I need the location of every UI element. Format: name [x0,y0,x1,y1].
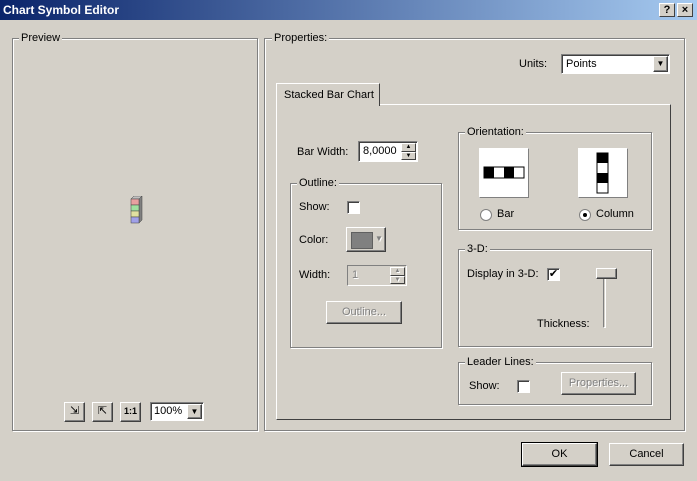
title-bar: Chart Symbol Editor ? × [0,0,697,20]
check-icon: ✔ [548,268,559,280]
thickness-slider-thumb[interactable] [596,268,617,279]
units-label: Units: [519,58,548,70]
spin-up-icon[interactable]: ▲ [390,267,405,276]
column-orientation-image[interactable] [578,148,628,198]
chevron-down-icon: ▼ [375,234,383,243]
actual-size-button[interactable]: 1:1 [120,402,141,422]
actual-size-icon: 1:1 [123,406,137,416]
zoom-out-icon: ⇱ [97,405,108,417]
zoom-in-button[interactable]: ⇲ [64,402,85,422]
orientation-label: Orientation: [465,126,526,138]
zoom-out-button[interactable]: ⇱ [92,402,113,422]
window-title: Chart Symbol Editor [3,3,120,17]
ok-label: OK [551,448,568,460]
leader-show-label: Show: [469,380,500,392]
spin-up-icon[interactable]: ▲ [401,143,416,152]
units-value: Points [566,58,597,70]
thickness-label: Thickness: [537,318,590,330]
bar-radio[interactable] [480,209,492,221]
three-d-group [458,249,652,347]
properties-label: Properties: [272,32,330,44]
spin-down-icon[interactable]: ▼ [401,151,416,160]
zoom-value: 100% [154,405,183,417]
outline-show-checkbox[interactable] [347,201,360,214]
leader-show-checkbox[interactable] [517,380,530,393]
bar-width-label: Bar Width: [297,146,349,158]
chevron-down-icon[interactable]: ▼ [653,56,668,72]
leader-lines-label: Leader Lines: [465,356,536,368]
outline-width-input[interactable]: 1 ▲ ▼ [347,265,407,286]
units-select[interactable]: Points ▼ [561,54,670,74]
preview-group [12,38,258,431]
outline-button-label: Outline... [341,306,387,318]
bar-width-value: 8,0000 [363,145,397,157]
chart-symbol-preview [129,195,143,224]
column-radio[interactable] [579,209,591,221]
chevron-down-icon[interactable]: ▼ [187,404,202,419]
bar-width-spinner[interactable]: ▲ ▼ [401,143,416,160]
bar-width-input[interactable]: 8,0000 ▲ ▼ [358,141,418,162]
outline-width-spinner[interactable]: ▲ ▼ [390,267,405,284]
column-radio-label: Column [596,208,634,220]
tab-stacked-bar-chart[interactable]: Stacked Bar Chart [276,83,380,106]
bar-radio-label: Bar [497,208,515,220]
display-3d-label: Display in 3-D: [467,268,539,280]
leader-properties-label: Properties... [568,377,629,389]
cancel-button[interactable]: Cancel [609,443,684,466]
outline-button[interactable]: Outline... [326,301,402,324]
bar-orientation-image[interactable] [479,148,529,198]
tab-label: Stacked Bar Chart [284,89,374,101]
display-3d-checkbox[interactable]: ✔ [547,268,560,281]
three-d-label: 3-D: [465,243,490,255]
zoom-in-icon: ⇲ [69,405,80,417]
outline-color-label: Color: [299,234,329,246]
outline-width-label: Width: [299,269,331,281]
outline-width-value: 1 [352,269,359,281]
leader-properties-button[interactable]: Properties... [561,372,636,395]
outline-color-button[interactable]: ▼ [346,227,386,252]
close-button[interactable]: × [677,3,693,17]
spin-down-icon[interactable]: ▼ [390,275,405,284]
cancel-label: Cancel [629,448,664,460]
outline-show-label: Show: [299,201,330,213]
color-swatch [351,232,373,249]
ok-button[interactable]: OK [521,442,598,467]
preview-label: Preview [19,32,63,44]
zoom-select[interactable]: 100% ▼ [150,402,204,421]
help-button[interactable]: ? [659,3,675,17]
outline-label: Outline: [297,177,339,189]
